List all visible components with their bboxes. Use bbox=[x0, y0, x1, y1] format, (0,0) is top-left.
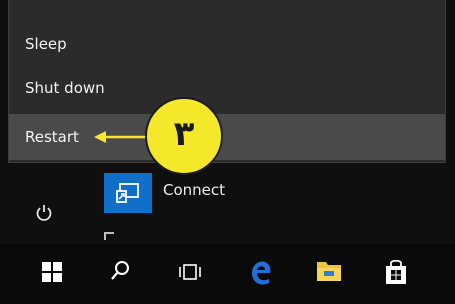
start-menu-screen: Sleep Shut down Restart Connect ٣ bbox=[0, 0, 455, 304]
edge-icon[interactable] bbox=[248, 258, 274, 290]
step-number-badge: ٣ bbox=[145, 97, 223, 175]
connect-label[interactable]: Connect bbox=[163, 181, 225, 199]
partial-app-label bbox=[104, 232, 114, 240]
connect-app-tile[interactable] bbox=[104, 173, 152, 213]
annotation-arrow bbox=[94, 131, 150, 143]
windows-start-icon[interactable] bbox=[42, 262, 62, 286]
restart-menu-item[interactable]: Restart bbox=[9, 114, 445, 160]
power-icon[interactable] bbox=[34, 203, 54, 227]
shut-down-menu-item[interactable]: Shut down bbox=[9, 66, 445, 110]
taskbar bbox=[0, 244, 455, 304]
search-icon[interactable] bbox=[109, 260, 131, 288]
store-icon[interactable] bbox=[384, 258, 408, 290]
task-view-icon[interactable] bbox=[178, 262, 202, 286]
sleep-menu-item[interactable]: Sleep bbox=[9, 22, 445, 66]
power-options-menu: Sleep Shut down Restart bbox=[8, 0, 446, 163]
connect-icon bbox=[116, 183, 139, 203]
file-explorer-icon[interactable] bbox=[315, 258, 343, 288]
